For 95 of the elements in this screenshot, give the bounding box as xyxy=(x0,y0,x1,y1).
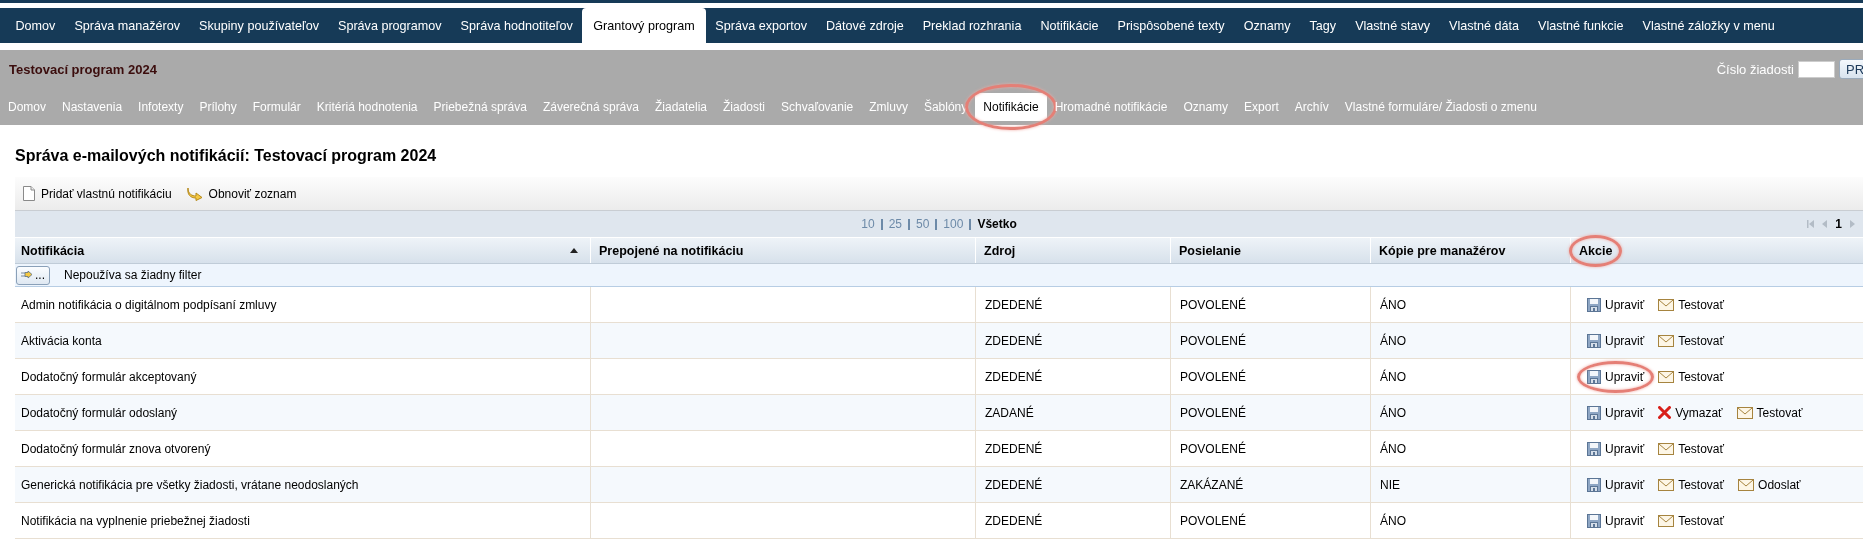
nav-tab[interactable]: Skupiny používateľov xyxy=(189,8,329,43)
toolbar-button[interactable]: Obnoviť zoznam xyxy=(185,186,297,201)
column-header[interactable]: Zdroj xyxy=(984,243,1016,258)
nav-tab[interactable]: Správa hodnotiteľov xyxy=(451,8,583,43)
toolbar-button[interactable]: Pridať vlastnú notifikáciu xyxy=(23,186,172,201)
edit-action-link[interactable]: Upraviť xyxy=(1587,405,1645,420)
document-icon xyxy=(23,186,35,201)
table-cell: ÁNO xyxy=(1380,441,1406,456)
table-cell: Dodatočný formulár znova otvorený xyxy=(21,441,211,456)
first-page-icon[interactable] xyxy=(1807,220,1815,228)
test-action-link[interactable]: Testovať xyxy=(1658,333,1725,348)
table-cell: ÁNO xyxy=(1380,369,1406,384)
table-cell: Aktivácia konta xyxy=(21,333,102,348)
subnav-tab[interactable]: Notifikácie xyxy=(975,92,1047,121)
send-action-link[interactable]: Odoslať xyxy=(1738,477,1801,492)
request-number-label: Číslo žiadosti xyxy=(1716,61,1794,77)
table-cell: POVOLENÉ xyxy=(1180,333,1247,348)
nav-tab[interactable]: Grantový program xyxy=(582,8,706,43)
envelope-icon xyxy=(1658,514,1675,527)
nav-tab[interactable]: Tagy xyxy=(1300,8,1346,43)
envelope-icon xyxy=(1658,298,1675,311)
previous-page-icon[interactable] xyxy=(1822,220,1828,228)
delete-icon xyxy=(1658,406,1672,419)
table-cell: Dodatočný formulár akceptovaný xyxy=(21,369,197,384)
filter-arrow-icon xyxy=(21,271,33,279)
envelope-icon xyxy=(1658,370,1675,383)
nav-tab[interactable]: Dátové zdroje xyxy=(816,8,914,43)
page-size-link[interactable]: Všetko xyxy=(969,218,1017,230)
test-action-link[interactable]: Testovať xyxy=(1658,369,1725,384)
nav-tab[interactable]: Domov xyxy=(6,8,65,43)
envelope-icon xyxy=(1658,442,1675,455)
refresh-arrow-icon xyxy=(185,186,203,201)
table-cell: POVOLENÉ xyxy=(1180,441,1247,456)
nav-tab[interactable]: Vlastné záložky v menu xyxy=(1633,8,1785,43)
table-cell: ZDEDENÉ xyxy=(985,513,1043,528)
filter-button[interactable]: ... xyxy=(16,265,50,285)
table-cell: ZDEDENÉ xyxy=(985,477,1043,492)
edit-action-link[interactable]: Upraviť xyxy=(1587,441,1645,456)
table-cell: ZDEDENÉ xyxy=(985,297,1043,312)
table-cell: ÁNO xyxy=(1380,405,1406,420)
edit-action-link[interactable]: Upraviť xyxy=(1587,369,1645,384)
edit-action-link[interactable]: Upraviť xyxy=(1587,513,1645,528)
table-cell: ÁNO xyxy=(1380,297,1406,312)
program-title: Testovací program 2024 xyxy=(9,61,157,77)
table-cell: Notifikácia na vyplnenie priebežnej žiadosti xyxy=(21,513,250,528)
nav-tab[interactable]: Správa programov xyxy=(328,8,452,43)
table-cell: ÁNO xyxy=(1380,333,1406,348)
test-action-link[interactable]: Testovať xyxy=(1736,405,1803,420)
envelope-icon xyxy=(1736,406,1753,419)
test-action-link[interactable]: Testovať xyxy=(1658,513,1725,528)
next-page-icon[interactable] xyxy=(1850,220,1855,228)
envelope-icon xyxy=(1658,478,1675,491)
request-number-field[interactable] xyxy=(1798,60,1835,78)
table-cell: POVOLENÉ xyxy=(1180,405,1247,420)
delete-action-link[interactable]: Vymazať xyxy=(1658,405,1723,420)
edit-action-link[interactable]: Upraviť xyxy=(1587,477,1645,492)
nav-tab[interactable]: Vlastné stavy xyxy=(1345,8,1440,43)
table-cell: POVOLENÉ xyxy=(1180,369,1247,384)
nav-tab[interactable]: Preklad rozhrania xyxy=(913,8,1031,43)
column-header[interactable]: Posielanie xyxy=(1179,243,1241,258)
table-cell: Dodatočný formulár odoslaný xyxy=(21,405,178,420)
table-cell: ZDEDENÉ xyxy=(985,441,1043,456)
sort-arrow-icon[interactable] xyxy=(570,248,578,253)
nav-tab[interactable]: Správa exportov xyxy=(705,8,817,43)
edit-action-link[interactable]: Upraviť xyxy=(1587,333,1645,348)
test-action-link[interactable]: Testovať xyxy=(1658,477,1725,492)
nav-tab[interactable]: Notifikácie xyxy=(1030,8,1108,43)
test-action-link[interactable]: Testovať xyxy=(1658,441,1725,456)
search-button[interactable]: PR xyxy=(1839,59,1863,79)
table-cell: POVOLENÉ xyxy=(1180,513,1247,528)
column-header[interactable]: Kópie pre manažérov xyxy=(1379,243,1506,258)
table-cell: ZAKÁZANÉ xyxy=(1180,477,1244,492)
table-cell: NIE xyxy=(1380,477,1400,492)
nav-tab[interactable]: Vlastné dáta xyxy=(1439,8,1529,43)
filter-status: Nepoužíva sa žiadny filter xyxy=(64,268,202,282)
column-header[interactable]: Akcie xyxy=(1579,243,1613,258)
edit-action-link[interactable]: Upraviť xyxy=(1587,297,1645,312)
nav-tab[interactable]: Oznamy xyxy=(1234,8,1300,43)
table-cell: ZDEDENÉ xyxy=(985,369,1043,384)
table-cell: ZDEDENÉ xyxy=(985,333,1043,348)
page-number[interactable]: 1 xyxy=(1835,217,1842,231)
column-header[interactable]: Prepojené na notifikáciu xyxy=(599,243,744,258)
table-cell: Admin notifikácia o digitálnom podpísaní zmluvy xyxy=(21,297,277,312)
table-cell: POVOLENÉ xyxy=(1180,297,1247,312)
nav-tab[interactable]: Prispôsobené texty xyxy=(1108,8,1235,43)
table-cell: ZADANÉ xyxy=(985,405,1034,420)
envelope-icon xyxy=(1658,334,1675,347)
nav-tab[interactable]: Vlastné funkcie xyxy=(1528,8,1633,43)
envelope-icon xyxy=(1738,478,1755,491)
page-heading: Správa e-mailových notifikácií: Testovací program 2024 xyxy=(15,146,438,166)
table-cell: ÁNO xyxy=(1380,513,1406,528)
test-action-link[interactable]: Testovať xyxy=(1658,297,1725,312)
table-cell: Generická notifikácia pre všetky žiadosti, vrátane neodoslaných xyxy=(21,477,359,492)
column-header[interactable]: Notifikácia xyxy=(21,243,85,258)
nav-tab[interactable]: Správa manažérov xyxy=(64,8,190,43)
